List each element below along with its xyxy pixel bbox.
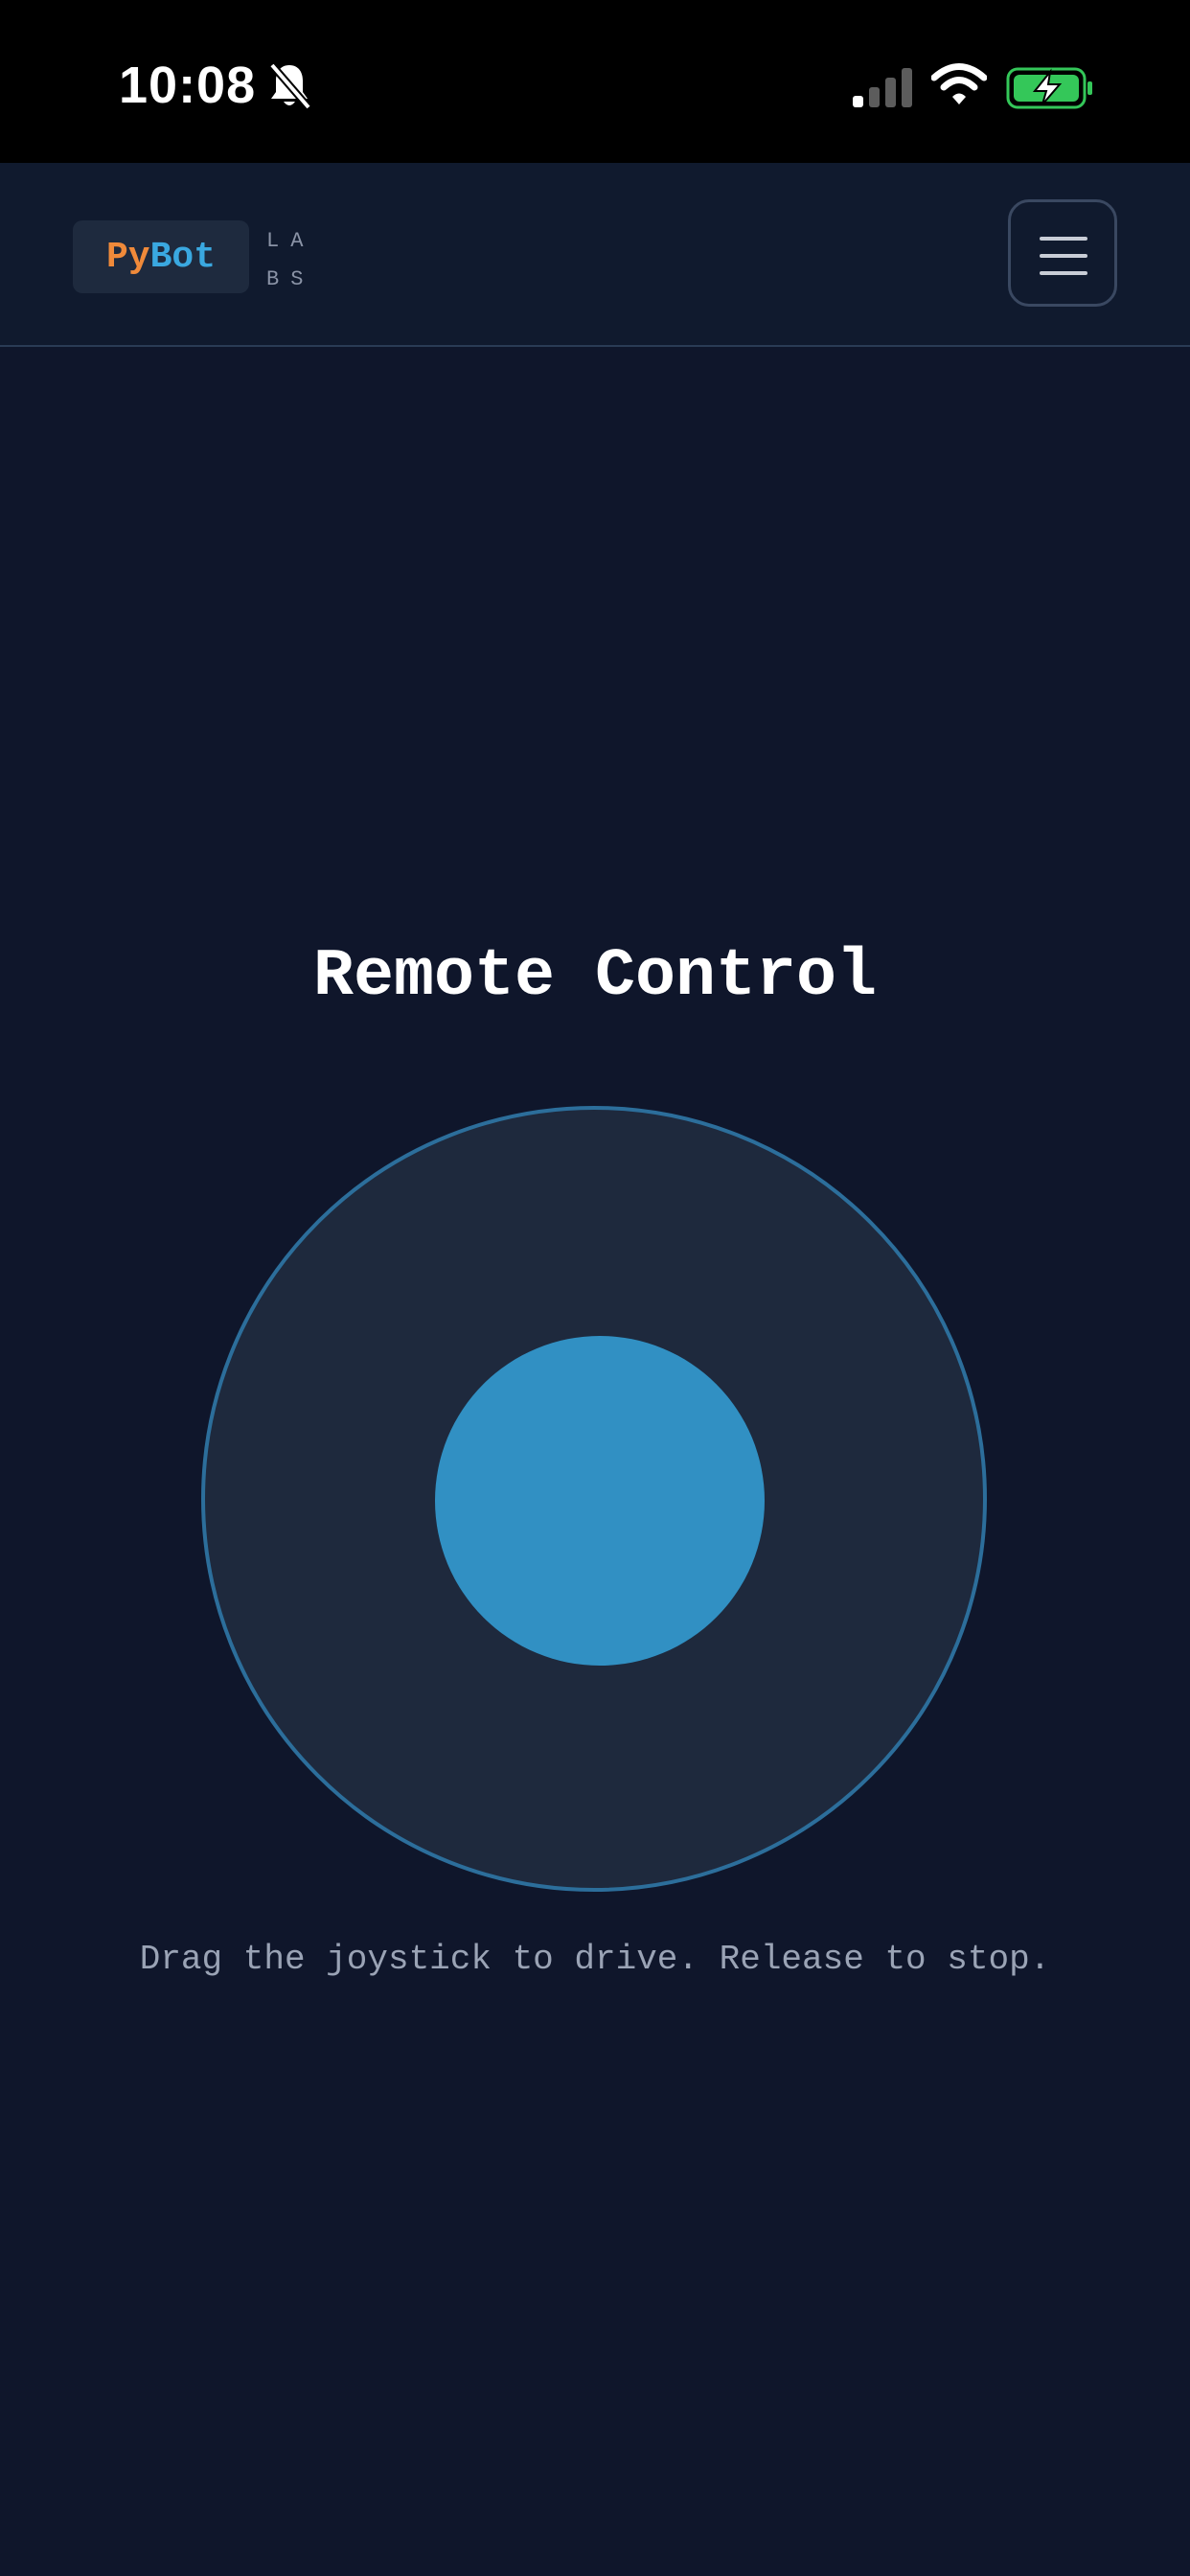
app-header: Py Bot LABS [0, 163, 1190, 347]
status-time: 10:08 [119, 57, 257, 114]
battery-charging-icon [1006, 67, 1094, 109]
logo-labs: LABS [266, 229, 315, 291]
bell-slash-icon [266, 61, 312, 111]
instruction-text: Drag the joystick to drive. Release to s… [139, 1940, 1051, 1979]
joystick-base[interactable] [201, 1106, 987, 1892]
wifi-icon [930, 63, 988, 107]
status-bar: 10:08 [0, 0, 1190, 163]
menu-button[interactable] [1008, 199, 1117, 307]
page-title: Remote Control [312, 939, 878, 1015]
joystick-knob[interactable] [435, 1336, 765, 1666]
logo[interactable]: Py Bot [73, 220, 249, 293]
cellular-signal-icon [851, 67, 914, 109]
logo-py: Py [105, 236, 150, 278]
hamburger-menu-icon [1040, 237, 1087, 275]
logo-bot: Bot [149, 236, 217, 278]
